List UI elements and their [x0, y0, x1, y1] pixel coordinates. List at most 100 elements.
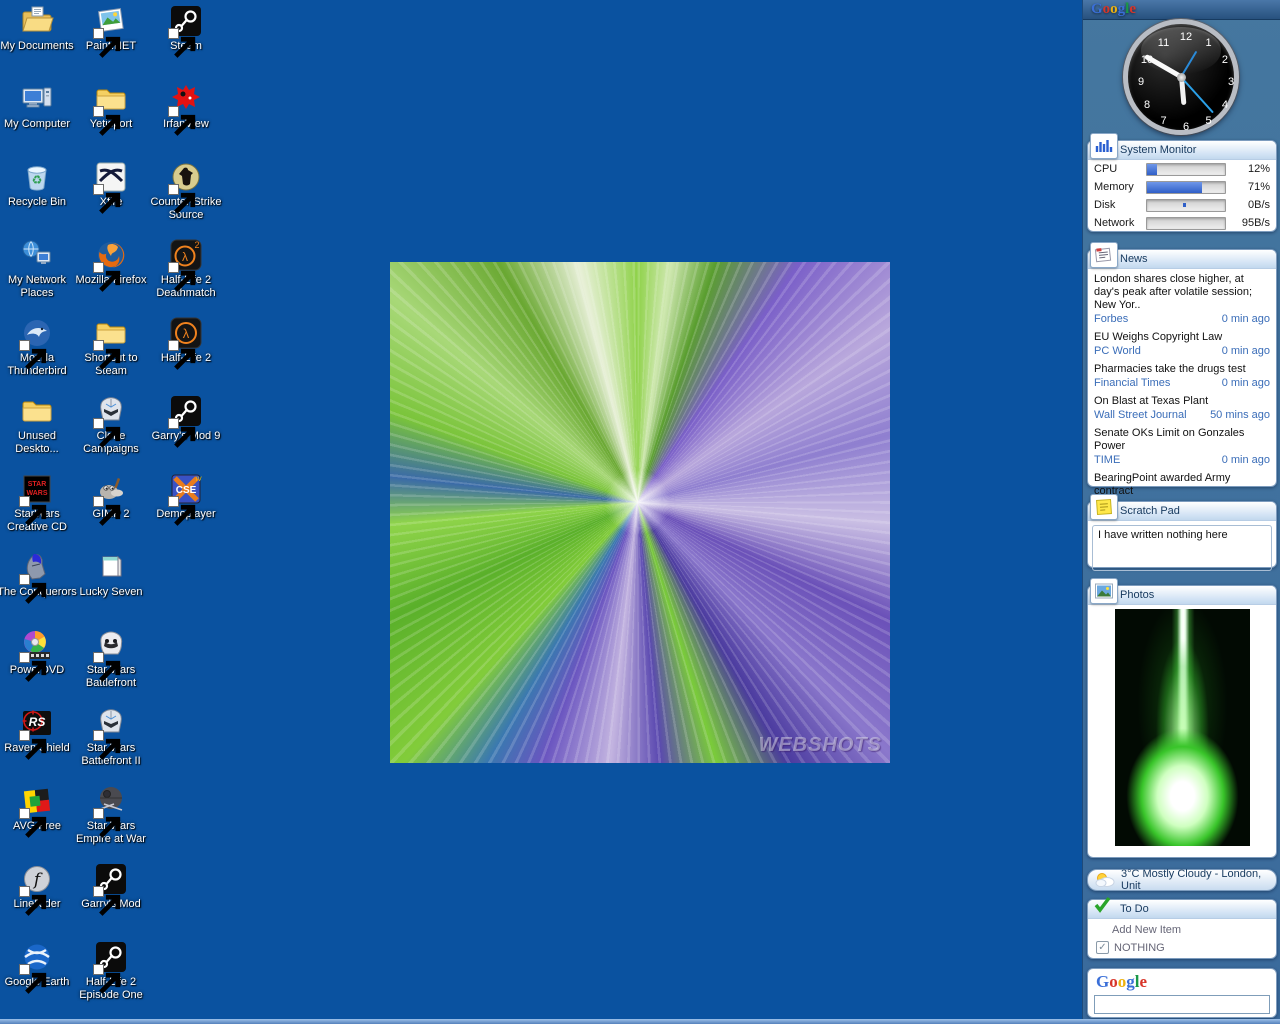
- news-headline[interactable]: BearingPoint awarded Army contract: [1094, 472, 1270, 498]
- folder-icon: [94, 82, 128, 116]
- todo-add-new-item[interactable]: Add New Item: [1088, 919, 1276, 938]
- shortcut-arrow-icon: [19, 730, 30, 741]
- desktop-icon-yetisport[interactable]: Yetisport: [68, 82, 154, 131]
- desktop-icon-garry-s-mod[interactable]: Garry's Mod: [68, 862, 154, 911]
- shortcut-arrow-icon: [93, 808, 104, 819]
- google-logo: Google: [1088, 969, 1276, 992]
- google-logo-letter: e: [1139, 972, 1147, 991]
- sidebar-header[interactable]: Google: [1083, 0, 1280, 20]
- sun-cloud-icon: [1094, 872, 1116, 888]
- news-meta: Wall Street Journal50 mins ago: [1094, 409, 1270, 421]
- news-timestamp: 0 min ago: [1222, 377, 1270, 389]
- shortcut-arrow-icon: [19, 652, 30, 663]
- clock-numeral: 12: [1179, 31, 1193, 43]
- clock-numeral: 6: [1179, 121, 1193, 133]
- svg-text:CSE: CSE: [176, 485, 197, 496]
- shortcut-arrow-icon: [93, 418, 104, 429]
- google-logo-letter: o: [1109, 972, 1118, 991]
- todo-title: To Do: [1120, 903, 1149, 915]
- desktop-icon-demoplayer[interactable]: CSEIVDemoplayer: [143, 472, 229, 521]
- clock-widget[interactable]: 121234567891011: [1123, 19, 1239, 135]
- shortcut-arrow-icon: [93, 496, 104, 507]
- sysmon-row-network: Network95B/s: [1088, 214, 1276, 232]
- news-source-link[interactable]: Financial Times: [1094, 377, 1170, 389]
- newspaper-icon: [1090, 242, 1118, 268]
- shortcut-arrow-icon: [168, 340, 179, 351]
- desktop-icon-xfire[interactable]: Xfire: [68, 160, 154, 209]
- desktop-icon-counter-strike-source[interactable]: Counter-Strike Source: [143, 160, 229, 222]
- scratch-pad-input[interactable]: I have written nothing here: [1092, 525, 1272, 571]
- news-source-link[interactable]: Wall Street Journal: [1094, 409, 1187, 421]
- todo-checkbox[interactable]: ✓: [1096, 941, 1109, 954]
- desktop-icon-star-wars-empire-at-war[interactable]: Star Wars Empire at War: [68, 784, 154, 846]
- news-source-link[interactable]: PC World: [1094, 345, 1141, 357]
- desktop-icon-half-life-2-deathmatch[interactable]: λ2Half-Life 2 Deathmatch: [143, 238, 229, 300]
- shortcut-arrow-icon: [19, 964, 30, 975]
- news-headline[interactable]: On Blast at Texas Plant: [1094, 395, 1270, 408]
- news-title: News: [1120, 253, 1148, 265]
- desktop-icon-steam[interactable]: Steam: [143, 4, 229, 53]
- news-headline[interactable]: EU Weighs Copyright Law: [1094, 331, 1270, 344]
- desktop-icon-mozilla-firefox[interactable]: Mozilla Firefox: [68, 238, 154, 287]
- desktop-icon-lucky-seven[interactable]: Lucky Seven: [68, 550, 154, 599]
- desktop-icon-gimp-2[interactable]: GIMP 2: [68, 472, 154, 521]
- scratch-pad-header[interactable]: Scratch Pad: [1088, 502, 1276, 521]
- taskbar-edge: [0, 1019, 1280, 1024]
- desktop-icon-clone-campaigns[interactable]: Clone Campaigns: [68, 394, 154, 456]
- desktop-icon-half-life-2[interactable]: λHalf-Life 2: [143, 316, 229, 365]
- shortcut-arrow-icon: [168, 28, 179, 39]
- weather-bar[interactable]: 3°C Mostly Cloudy - London, Unit: [1087, 869, 1277, 891]
- desktop-icon-star-wars-battlefront-ii[interactable]: Star Wars Battlefront II: [68, 706, 154, 768]
- news-item: Pharmacies take the drugs testFinancial …: [1088, 359, 1276, 391]
- star-wars-cd-icon: STARWARS: [20, 472, 54, 506]
- desktop-icon-garry-s-mod-9[interactable]: Garry's Mod 9: [143, 394, 229, 443]
- news-meta: TIME 0 min ago: [1094, 454, 1270, 466]
- desktop-icon-star-wars-battlefront[interactable]: Star Wars Battlefront: [68, 628, 154, 690]
- clock-numeral: 9: [1134, 76, 1148, 88]
- google-logo-letter: G: [1091, 1, 1103, 17]
- svg-text:STAR: STAR: [28, 481, 47, 488]
- folder-icon: [94, 316, 128, 350]
- linerider-icon: f: [20, 862, 54, 896]
- google-search-panel: Google: [1087, 968, 1277, 1018]
- news-headline[interactable]: Pharmacies take the drugs test: [1094, 363, 1270, 376]
- news-item: EU Weighs Copyright LawPC World 0 min ago: [1088, 327, 1276, 359]
- system-monitor-header[interactable]: System Monitor: [1088, 141, 1276, 160]
- sysmon-value: 71%: [1226, 181, 1270, 193]
- news-source-link[interactable]: TIME: [1094, 454, 1120, 466]
- shortcut-arrow-icon: [19, 886, 30, 897]
- half-life-2-icon: λ: [169, 316, 203, 350]
- news-header[interactable]: News: [1088, 250, 1276, 269]
- google-search-input[interactable]: [1094, 995, 1270, 1014]
- clock-numeral: 3: [1224, 76, 1238, 88]
- news-headline[interactable]: Senate OKs Limit on Gonzales Power: [1094, 427, 1270, 453]
- sysmon-progress-fill: [1147, 182, 1202, 193]
- photos-header[interactable]: Photos: [1088, 586, 1276, 605]
- news-meta: PC World 0 min ago: [1094, 345, 1270, 357]
- shortcut-arrow-icon: [19, 496, 30, 507]
- desktop-icon-shortcut-to-steam[interactable]: Shortcut to Steam: [68, 316, 154, 378]
- desktop-icon-irfanview[interactable]: IrfanView: [143, 82, 229, 131]
- desktop-icon-half-life-2-episode-one[interactable]: Half-Life 2 Episode One: [68, 940, 154, 1002]
- todo-header[interactable]: To Do: [1088, 900, 1276, 919]
- wallpaper-image: WEBSHOTS: [390, 262, 890, 763]
- shortcut-arrow-icon: [19, 340, 30, 351]
- avg-icon: [20, 784, 54, 818]
- sysmon-progress-track: [1146, 199, 1226, 212]
- shortcut-arrow-icon: [93, 28, 104, 39]
- svg-text:λ: λ: [182, 250, 188, 264]
- shortcut-arrow-icon: [93, 730, 104, 741]
- news-timestamp: 0 min ago: [1222, 345, 1270, 357]
- news-source-link[interactable]: Forbes: [1094, 313, 1128, 325]
- counter-strike-icon: [169, 160, 203, 194]
- xfire-icon: [94, 160, 128, 194]
- photo-thumbnail[interactable]: [1115, 609, 1250, 846]
- google-logo-letter: o: [1118, 972, 1127, 991]
- sysmon-row-cpu: CPU12%: [1088, 160, 1276, 178]
- news-timestamp: 0 min ago: [1222, 454, 1270, 466]
- powerdvd-icon: [20, 628, 54, 662]
- news-headline[interactable]: London shares close higher, at day's pea…: [1094, 273, 1270, 312]
- system-monitor-panel: System Monitor CPU12%Memory71%Disk0B/sNe…: [1087, 140, 1277, 232]
- news-meta: Financial Times 0 min ago: [1094, 377, 1270, 389]
- desktop-icon-paint-net[interactable]: Paint.NET: [68, 4, 154, 53]
